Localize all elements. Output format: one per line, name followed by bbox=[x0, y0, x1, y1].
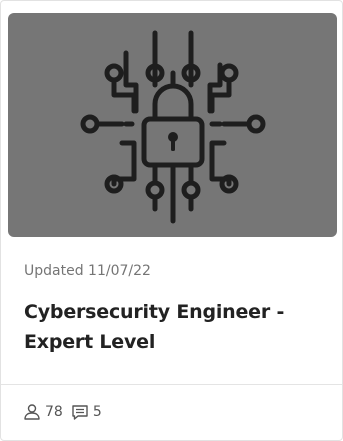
course-stats: 78 5 bbox=[23, 401, 102, 423]
course-thumbnail[interactable] bbox=[8, 13, 337, 237]
comments-count: 5 bbox=[92, 404, 102, 420]
user-icon bbox=[24, 404, 40, 420]
members-count: 78 bbox=[45, 404, 63, 420]
updated-date: Updated 11/07/22 bbox=[24, 263, 151, 279]
divider bbox=[1, 384, 342, 385]
comment-icon bbox=[72, 405, 88, 420]
course-title[interactable]: Cybersecurity Engineer - Expert Level bbox=[24, 297, 314, 357]
course-card[interactable]: Updated 11/07/22 Cybersecurity Engineer … bbox=[0, 0, 343, 441]
comments-stat: 5 bbox=[71, 403, 102, 421]
cybersecurity-lock-circuit-icon bbox=[80, 30, 266, 224]
members-stat: 78 bbox=[23, 403, 63, 421]
